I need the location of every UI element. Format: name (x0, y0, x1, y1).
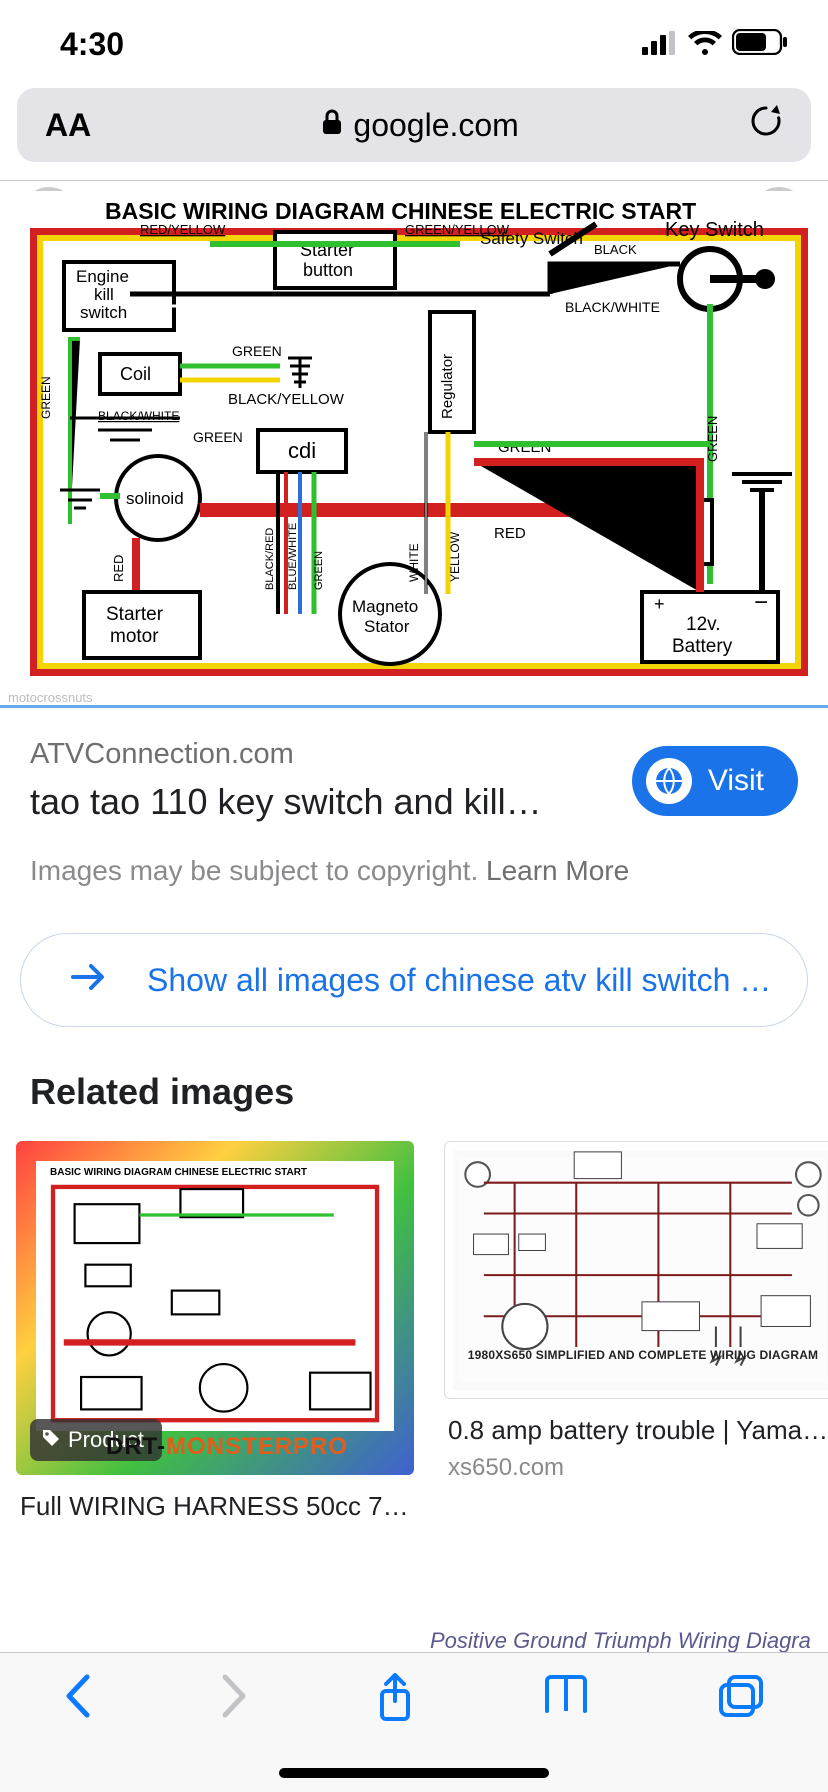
lock-icon (321, 107, 343, 144)
learn-more-link[interactable]: Learn More (486, 855, 629, 886)
svg-text:Stator: Stator (364, 617, 410, 636)
svg-text:−: − (754, 589, 768, 616)
svg-text:button: button (303, 260, 353, 280)
source-site[interactable]: ATVConnection.com (30, 738, 612, 771)
svg-text:GREEN: GREEN (313, 551, 325, 590)
thumb-diagram-title: BASIC WIRING DIAGRAM CHINESE ELECTRIC ST… (50, 1167, 380, 1178)
svg-text:BLACK/YELLOW: BLACK/YELLOW (228, 391, 345, 408)
svg-text:switch: switch (80, 303, 127, 322)
status-bar: 4:30 (0, 0, 828, 88)
text-size-button[interactable]: AA (45, 107, 91, 144)
tag-icon (42, 1427, 60, 1453)
svg-text:Starter: Starter (106, 604, 164, 625)
svg-text:12v.: 12v. (686, 614, 721, 635)
svg-text:GREEN: GREEN (39, 376, 53, 419)
clock: 4:30 (60, 26, 124, 63)
tabs-button[interactable] (717, 1673, 765, 1724)
svg-text:BLACK/RED: BLACK/RED (264, 528, 276, 590)
url-display[interactable]: google.com (111, 107, 729, 144)
svg-text:cdi: cdi (288, 438, 316, 463)
status-indicators (642, 26, 788, 63)
related-grid: BASIC WIRING DIAGRAM CHINESE ELECTRIC ST… (0, 1141, 828, 1522)
diagram-svg: BASIC WIRING DIAGRAM CHINESE ELECTRIC ST… (10, 191, 818, 697)
forward-button[interactable] (219, 1673, 249, 1724)
watermark: motocrossnuts (8, 690, 93, 705)
svg-text:RED/YELLOW: RED/YELLOW (140, 222, 226, 237)
svg-text:motor: motor (110, 626, 159, 647)
home-indicator (279, 1768, 549, 1778)
svg-text:Coil: Coil (120, 364, 151, 384)
address-bar[interactable]: AA google.com (17, 88, 811, 162)
show-all-button[interactable]: Show all images of chinese atv kill swit… (20, 933, 808, 1027)
back-button[interactable] (63, 1673, 93, 1724)
result-title[interactable]: tao tao 110 key switch and kill switch d… (30, 781, 550, 823)
svg-text:WHITE: WHITE (407, 543, 421, 582)
svg-text:RED: RED (111, 555, 126, 582)
svg-text:BASIC WIRING DIAGRAM CHINESE E: BASIC WIRING DIAGRAM CHINESE ELECTRIC ST… (105, 198, 696, 224)
svg-text:Key Switch: Key Switch (665, 219, 764, 241)
svg-text:kill: kill (94, 285, 114, 304)
show-all-label: Show all images of chinese atv kill swit… (147, 962, 771, 999)
visit-button[interactable]: Visit (632, 746, 798, 816)
svg-text:BLACK/WHITE: BLACK/WHITE (565, 299, 660, 315)
visit-label: Visit (708, 764, 764, 798)
related-subcaption: xs650.com (448, 1454, 828, 1482)
svg-text:GREEN: GREEN (193, 429, 243, 445)
arrow-right-icon (71, 962, 105, 999)
image-viewer: BASIC WIRING DIAGRAM CHINESE ELECTRIC ST… (0, 181, 828, 705)
svg-text:Regulator: Regulator (439, 354, 456, 419)
svg-text:GREEN: GREEN (705, 416, 720, 462)
peek-caption: Positive Ground Triumph Wiring Diagram (430, 1628, 810, 1654)
brand-label: DRT-MONSTERPRO (106, 1433, 348, 1461)
svg-text:solinoid: solinoid (126, 489, 184, 508)
svg-text:BLACK/WHITE: BLACK/WHITE (98, 409, 179, 423)
related-caption: Full WIRING HARNESS 50cc 70cc 90… (20, 1491, 410, 1522)
copyright-notice: Images may be subject to copyright. Lear… (30, 855, 798, 887)
svg-text:RED: RED (494, 525, 526, 542)
result-details: ATVConnection.com tao tao 110 key switch… (0, 708, 828, 887)
related-item[interactable]: BASIC WIRING DIAGRAM CHINESE ELECTRIC ST… (16, 1141, 414, 1522)
svg-text:Engine: Engine (76, 267, 129, 286)
related-item[interactable]: 1980XS650 SIMPLIFIED AND COMPLETE WIRING… (444, 1141, 828, 1522)
refresh-button[interactable] (749, 102, 783, 148)
svg-text:BLUE/WHITE: BLUE/WHITE (287, 523, 299, 590)
cellular-icon (642, 26, 678, 63)
svg-text:GREEN: GREEN (232, 343, 282, 359)
svg-text:YELLOW: YELLOW (448, 531, 462, 582)
related-heading: Related images (30, 1071, 798, 1113)
globe-icon (646, 758, 692, 804)
svg-text:Magneto: Magneto (352, 597, 418, 616)
svg-text:Battery: Battery (672, 636, 733, 657)
related-caption: 0.8 amp battery trouble | Yamaha XS6… (448, 1415, 828, 1446)
url-text: google.com (353, 107, 518, 144)
share-toolbar-button[interactable] (375, 1673, 415, 1728)
bookmarks-button[interactable] (541, 1673, 591, 1720)
wifi-icon (688, 26, 722, 63)
svg-text:+: + (654, 594, 665, 614)
thumb-footer: 1980XS650 SIMPLIFIED AND COMPLETE WIRING… (453, 1348, 828, 1362)
battery-icon (732, 26, 788, 63)
svg-text:BLACK: BLACK (594, 242, 637, 257)
wiring-diagram[interactable]: BASIC WIRING DIAGRAM CHINESE ELECTRIC ST… (10, 191, 818, 697)
